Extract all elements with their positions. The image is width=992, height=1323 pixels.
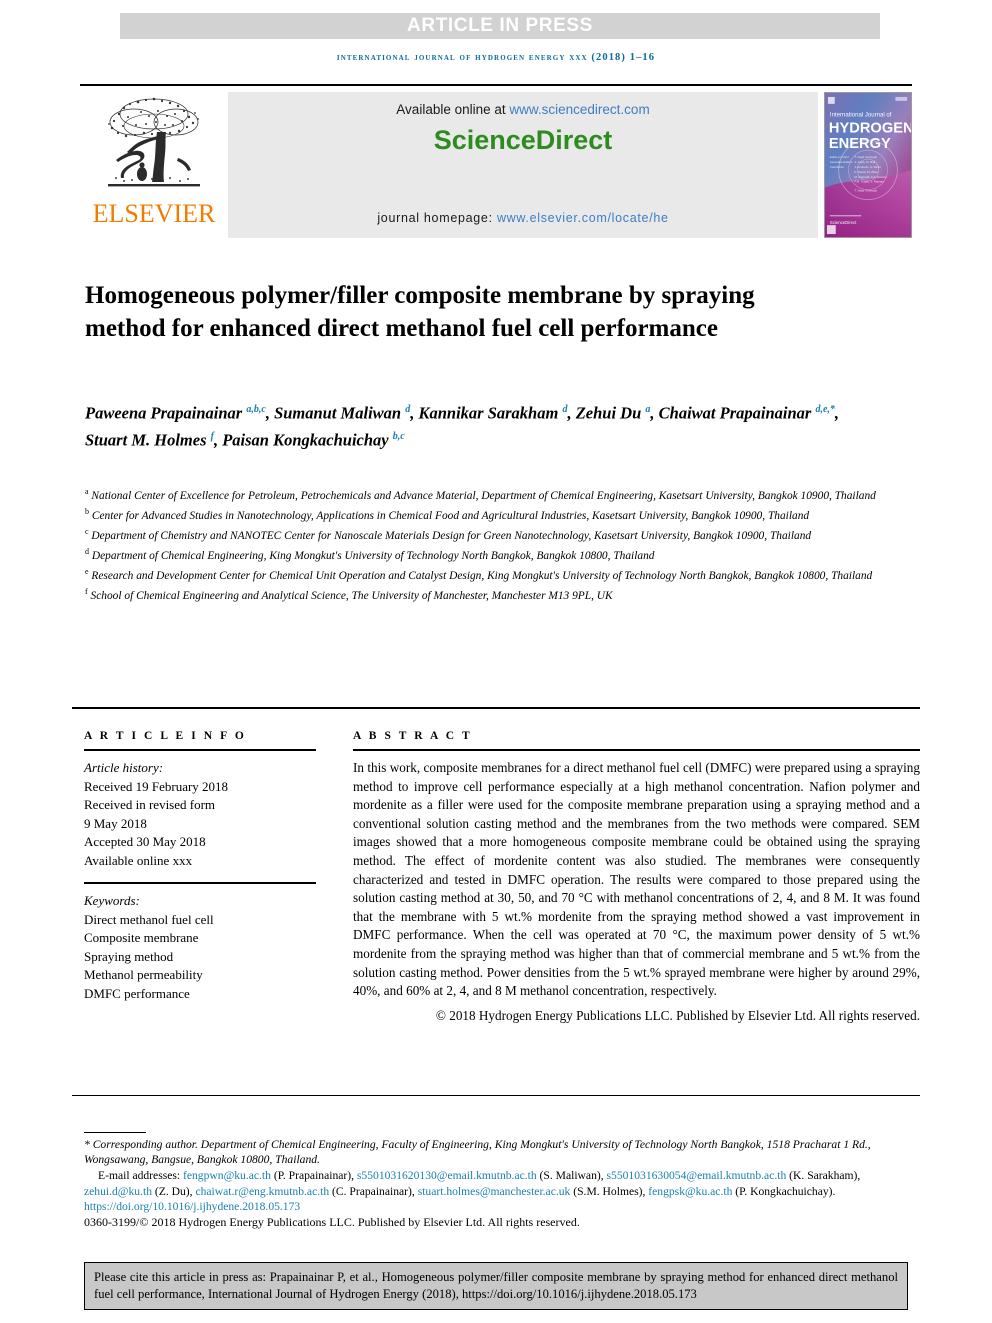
keyword-item: Composite membrane [84, 930, 199, 945]
abstract-heading: A B S T R A C T [353, 730, 473, 742]
keywords-block: Keywords: Direct methanol fuel cell Comp… [84, 892, 316, 1003]
svg-text:Past Editor: Past Editor [830, 165, 844, 169]
cite-this-article-text: Please cite this article in press as: Pr… [94, 1270, 898, 1301]
abstract-column: A B S T R A C T In this work, composite … [353, 730, 920, 1025]
svg-text:Associate Editors: Associate Editors [830, 160, 853, 164]
email-owner: (K. Sarakham), [786, 1169, 861, 1183]
sciencedirect-logo-direct: Direct [535, 125, 613, 155]
elsevier-tree-icon [108, 97, 200, 187]
article-in-press-label: ARTICLE IN PRESS [407, 15, 593, 36]
corresponding-author-note: * Corresponding author. Department of Ch… [84, 1138, 871, 1167]
journal-homepage-link[interactable]: www.elsevier.com/locate/he [497, 211, 669, 225]
affiliation-marker: a [85, 487, 89, 496]
article-history-label: Article history: [84, 760, 164, 775]
affiliation-item: a National Center of Excellence for Petr… [85, 487, 876, 502]
available-online-prefix: Available online at [396, 102, 510, 117]
issn-copyright-line: 0360-3199/© 2018 Hydrogen Energy Publica… [84, 1215, 580, 1230]
affiliation-marker: b [85, 507, 89, 517]
svg-text:ScienceDirect: ScienceDirect [830, 220, 857, 225]
svg-text:HYDROGEN: HYDROGEN [829, 120, 912, 136]
doi-link[interactable]: https://doi.org/10.1016/j.ijhydene.2018.… [84, 1199, 920, 1214]
history-item: Available online xxx [84, 852, 193, 868]
affiliation-marker: d [85, 547, 89, 557]
affiliation-item: e Research and Development Center for Ch… [85, 567, 873, 583]
affiliation-marker: e [85, 567, 89, 577]
author-list: Paweena Prapainainar a,b,c, Sumanut Mali… [85, 403, 840, 450]
journal-masthead: ELSEVIER Available online at www.science… [80, 84, 912, 242]
available-online-line: Available online at www.sciencedirect.co… [228, 102, 818, 117]
sciencedirect-logo: ScienceDirect [228, 125, 818, 156]
keywords-label: Keywords: [84, 893, 140, 908]
journal-cover-image: International Journal of HYDROGEN ENERGY… [824, 92, 912, 238]
svg-text:K. Hanal, M. Zhao: K. Hanal, M. Zhao [854, 170, 878, 174]
page-title: Homogeneous polymer/filler composite mem… [85, 281, 755, 342]
article-first-page: ARTICLE IN PRESS international journal o… [0, 0, 992, 1323]
article-info-divider [84, 882, 316, 884]
affiliation-marker: f [85, 587, 88, 597]
keyword-item: DMFC performance [84, 985, 190, 1001]
abstract-section-top-rule [72, 707, 920, 709]
elsevier-wordmark: ELSEVIER [92, 199, 216, 228]
abstract-rule [353, 749, 920, 751]
affiliation-item: d Department of Chemical Engineering, Ki… [85, 547, 655, 563]
history-item: 9 May 2018 [84, 815, 147, 831]
email-owner: (P. Kongkachuichay). [732, 1184, 836, 1198]
email-owner: (S.M. Holmes), [570, 1184, 649, 1198]
email-owner: (Z. Du), [152, 1184, 196, 1198]
footnote-short-rule [84, 1132, 146, 1133]
journal-homepage-line: journal homepage: www.elsevier.com/locat… [228, 211, 818, 225]
keyword-item: Methanol permeability [84, 967, 203, 982]
elsevier-logo-block: ELSEVIER [80, 86, 228, 242]
article-info-column: A R T I C L E I N F O Article history: R… [84, 730, 316, 1003]
email-owner: (C. Prapainainar), [329, 1184, 418, 1198]
email-link[interactable]: zehui.d@ku.th [84, 1185, 152, 1198]
affiliation-item: c Department of Chemistry and NANOTEC Ce… [85, 527, 812, 542]
email-link[interactable]: s5501031620130@email.kmutnb.ac.th [357, 1169, 537, 1182]
affiliation-item: f School of Chemical Engineering and Ana… [85, 587, 613, 603]
svg-text:M. Antonelli, A.A. Kovacs: M. Antonelli, A.A. Kovacs [854, 175, 887, 179]
email-link[interactable]: s5501031630054@email.kmutnb.ac.th [607, 1169, 787, 1182]
svg-text:J. Andrews, A. Dicks: J. Andrews, A. Dicks [854, 165, 881, 169]
abstract-copyright: © 2018 Hydrogen Energy Publications LLC.… [435, 1007, 920, 1023]
history-item: Accepted 30 May 2018 [84, 834, 206, 849]
history-item: Received 19 February 2018 [84, 778, 229, 794]
affiliation-marker: c [85, 527, 89, 537]
email-owner: (P. Prapainainar), [270, 1169, 357, 1183]
article-info-rule [84, 749, 316, 751]
svg-text:R.B. Gupta, V. Ramani: R.B. Gupta, V. Ramani [854, 180, 884, 184]
email-link[interactable]: stuart.holmes@manchester.ac.uk [418, 1185, 571, 1198]
sciencedirect-banner: Available online at www.sciencedirect.co… [228, 92, 818, 238]
affiliation-item: b Center for Advanced Studies in Nanotec… [85, 507, 810, 522]
email-owner: (S. Maliwan), [536, 1169, 607, 1183]
journal-cover-block: International Journal of HYDROGEN ENERGY… [824, 92, 912, 238]
footnote-section-rule [72, 1095, 920, 1096]
svg-text:ENERGY: ENERGY [829, 136, 891, 152]
abstract-body: In this work, composite membranes for a … [353, 760, 920, 999]
svg-text:A. Kaya, M. Ball: A. Kaya, M. Ball [854, 160, 875, 164]
svg-text:T. Nejat Veziroglu: T. Nejat Veziroglu [854, 189, 877, 193]
svg-text:T. Nejat Veziroglu: T. Nejat Veziroglu [854, 155, 877, 159]
keyword-item: Spraying method [84, 948, 174, 964]
article-info-heading: A R T I C L E I N F O [84, 730, 247, 742]
keyword-item: Direct methanol fuel cell [84, 911, 214, 927]
journal-running-head: international journal of hydrogen energy… [336, 52, 656, 63]
sciencedirect-logo-science: Science [433, 125, 536, 155]
sciencedirect-link[interactable]: www.sciencedirect.com [509, 102, 649, 117]
article-in-press-banner: ARTICLE IN PRESS [120, 13, 880, 39]
footnote-block: * Corresponding author. Department of Ch… [84, 1137, 920, 1230]
email-link[interactable]: fengpsk@ku.ac.th [648, 1185, 732, 1198]
svg-text:International Journal of: International Journal of [830, 112, 892, 119]
article-history-block: Article history: Received 19 February 20… [84, 759, 316, 870]
journal-homepage-label: journal homepage: [377, 211, 497, 225]
email-link[interactable]: chaiwat.r@eng.kmutnb.ac.th [195, 1185, 329, 1198]
history-item: Received in revised form [84, 797, 216, 812]
affiliation-list: a National Center of Excellence for Petr… [85, 484, 885, 605]
svg-text:Editor-in-Chief: Editor-in-Chief [830, 155, 849, 159]
email-addresses-line: E-mail addresses: fengpwn@ku.ac.th (P. P… [84, 1169, 861, 1198]
cite-this-article-box: Please cite this article in press as: Pr… [84, 1262, 908, 1310]
email-link[interactable]: fengpwn@ku.ac.th [183, 1169, 271, 1182]
